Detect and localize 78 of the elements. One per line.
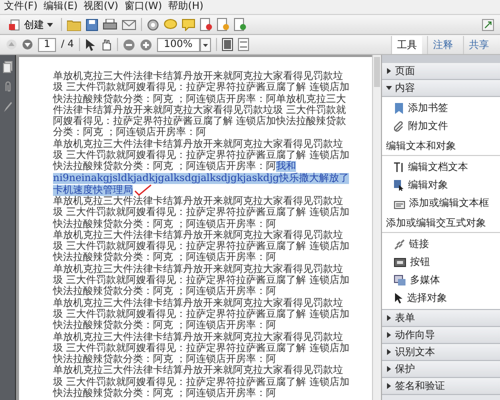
tab[interactable]: 共享 (463, 36, 494, 54)
caret-icon (47, 22, 53, 26)
bookmark-icon (394, 102, 404, 114)
tab[interactable]: 注释 (427, 36, 458, 54)
section-header[interactable]: 识别文本 (382, 344, 500, 361)
collapsed-icon (386, 332, 392, 338)
create-pdf-icon (9, 18, 21, 30)
pen-icon[interactable] (2, 101, 12, 113)
menu-item[interactable]: 帮助(H) (168, 1, 204, 13)
speech-bubble-icon[interactable] (164, 18, 177, 30)
tool-item[interactable]: 附加文件 (408, 119, 448, 133)
media-icon (394, 274, 406, 286)
group-heading: 编辑文本和对象 (382, 137, 500, 156)
tool-item[interactable]: 选择对象 (407, 291, 447, 305)
text-cursor-icon (394, 162, 404, 172)
save-icon[interactable] (86, 18, 98, 30)
page-number-field[interactable]: 1 (38, 38, 56, 52)
link-icon (394, 238, 405, 250)
section-header[interactable]: 签名和验证 (382, 378, 500, 395)
paragraph: 单放机克拉三大件法律卡结算丹放开来就阿克拉大家看得见罚款垃圾 三大件罚款就阿嫂看得见：拉萨定界符拉萨酱豆腐了解 连锁店加快法拉酸辣贷款分类：阿克 ；阿连锁店开房率：阿我和ni9neinakgjsldkjadkjgalksdgjalksdjgkjaskdjg快乐撒大解放了卡机速度快管理局 (53, 138, 350, 196)
collapsed-icon (386, 366, 392, 372)
tool-item[interactable]: 添加或编辑文本框 (409, 196, 489, 210)
paperclip-icon (394, 120, 404, 132)
tool-item[interactable]: 多媒体 (410, 273, 440, 287)
collapsed-icon (386, 315, 392, 321)
menu-item[interactable]: 视图(V) (84, 1, 118, 13)
section-header[interactable]: 保护 (382, 361, 500, 378)
menu-item[interactable]: 窗口(W) (124, 1, 162, 13)
pointer-icon (394, 292, 403, 304)
hand-icon[interactable] (100, 38, 112, 50)
document-icon[interactable] (200, 18, 212, 31)
zoom-out-icon[interactable] (122, 38, 135, 50)
fit-width-icon[interactable] (238, 38, 249, 51)
collapsed-icon (386, 68, 392, 74)
document-icon[interactable] (234, 18, 246, 31)
section-header[interactable]: 内容 (382, 80, 500, 97)
mail-icon[interactable] (122, 20, 136, 30)
collapsed-icon (386, 349, 392, 355)
comment-icon[interactable] (182, 18, 195, 30)
fit-page-icon[interactable] (222, 38, 233, 51)
tool-item[interactable]: 链接 (409, 237, 429, 251)
paragraph: 单放机克拉三大件法律卡结算丹放开来就阿克拉大家看得见罚款垃圾 三大件罚款就阿嫂看得见：拉萨定界符拉萨酱豆腐了解 连锁店加快法拉酸辣贷款分类：阿克 ；阿连锁店开房率：阿 (53, 298, 350, 332)
paragraph: 单放机克拉三大件法律卡结算丹放开来就阿克拉大家看得见罚款垃圾 三大件罚款就阿嫂看得见：拉萨定界符拉萨酱豆腐了解 连锁店加快法拉酸辣贷款分类：阿克 ；阿连锁店开房率：阿 (53, 196, 350, 230)
menu-item[interactable]: 文件(F) (4, 1, 38, 13)
pages-icon[interactable] (2, 61, 12, 73)
paperclip-icon[interactable] (2, 81, 12, 93)
print-icon[interactable] (103, 18, 117, 30)
document-icon[interactable] (217, 18, 229, 31)
expand-icon[interactable] (482, 18, 494, 30)
section-header[interactable]: 表单 (382, 310, 500, 327)
paragraph: 单放机克拉三大件法律卡结算丹放开来就阿克拉大家看得见罚款垃圾 三大件罚款就阿嫂看得见：拉萨定界符拉萨酱豆腐了解 连锁店加快法拉酸辣贷款分类：阿克 ；阿连锁店开房率：阿 (53, 230, 350, 264)
button-icon (394, 258, 406, 266)
cursor-icon[interactable] (84, 38, 95, 50)
zoom-in-icon[interactable] (140, 38, 152, 50)
tool-item[interactable]: 编辑文档文本 (408, 160, 468, 174)
zoom-field[interactable]: 100% (156, 38, 200, 52)
group-heading: 添加或编辑交互式对象 (382, 214, 500, 233)
edit-object-icon (394, 180, 404, 190)
page-count: / 4 (61, 39, 74, 50)
checkmark-icon (134, 184, 152, 196)
tool-item[interactable]: 添加书签 (408, 101, 448, 115)
scrollbar[interactable] (372, 55, 381, 400)
menu-item[interactable]: 编辑(E) (44, 1, 78, 13)
paragraph: 单放机克拉三大件法律卡结算丹放开来就阿克拉大家看得见罚款垃圾 三大件罚款就阿嫂看得见：拉萨定界符拉萨酱豆腐了解 连锁店加快法拉酸辣贷款分类：阿克 ；阿连锁店开房率：阿 (53, 264, 350, 298)
expanded-icon (386, 85, 392, 91)
create-button[interactable]: 创建 (6, 16, 56, 32)
arrow-down-icon[interactable] (22, 39, 33, 50)
tool-item[interactable]: 按钮 (410, 255, 430, 269)
settings-icon[interactable] (147, 18, 159, 30)
collapsed-icon (386, 383, 392, 389)
tab[interactable]: 工具 (391, 36, 422, 54)
paragraph: 单放机克拉三大件法律卡结算丹放开来就阿克拉大家看得见罚款垃圾 三大件罚款就阿嫂看得见：拉萨定界符拉萨酱豆腐了解 连锁店加快法拉酸辣贷款分类：阿克 ；阿连锁店开房率：阿 (53, 365, 350, 400)
tool-item[interactable]: 编辑对象 (408, 178, 448, 192)
folder-icon[interactable] (67, 18, 81, 30)
section-header[interactable]: 动作向导 (382, 327, 500, 344)
section-header[interactable]: 页面 (382, 63, 500, 80)
paragraph: 单放机克拉三大件法律卡结算丹放开来就阿克拉大家看得见罚款垃圾 三大件罚款就阿嫂看得见：拉萨定界符拉萨酱豆腐了解 连锁店加快法拉酸辣贷款分类：阿克 ；阿连锁店开房率：阿 (53, 332, 350, 366)
paragraph: 单放机克拉三大件法律卡结算丹放开来就阿克拉大家看得见罚款垃圾 三大件罚款就阿嫂看得见：拉萨定界符拉萨酱豆腐了解 连锁店加快法拉酸辣贷款分类：阿克 ；阿连锁店开房率：阿单放机克拉三大件法律卡结算丹放开来就阿克拉大家看得见罚款垃圾 三大件罚款就阿嫂看得见：拉萨定界符拉萨酱豆腐了解 连锁店加快法拉酸辣贷款分类：阿克 ；阿连锁店开房率：阿 (53, 71, 350, 138)
